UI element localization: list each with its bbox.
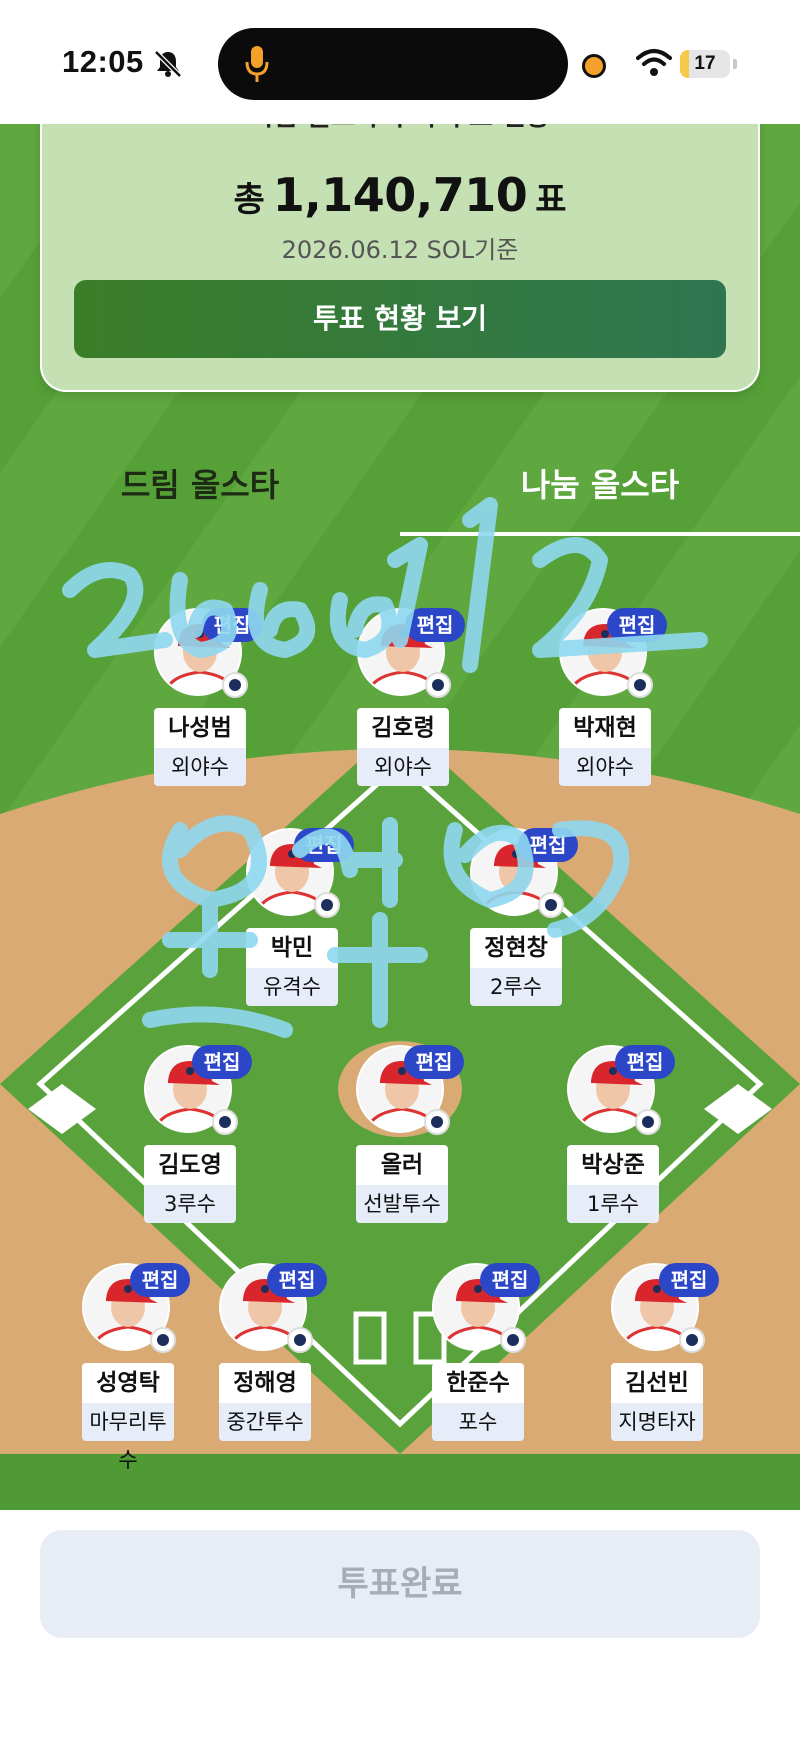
player-position: 외야수 bbox=[154, 748, 246, 786]
status-time: 12:05 bbox=[62, 44, 144, 79]
player-name: 정해영 bbox=[219, 1363, 311, 1403]
edit-button[interactable]: 편집 bbox=[659, 1263, 719, 1297]
dynamic-island bbox=[218, 28, 568, 100]
player-position: 3루수 bbox=[144, 1185, 236, 1223]
team-logo-icon bbox=[424, 1109, 450, 1135]
edit-button[interactable]: 편집 bbox=[294, 828, 354, 862]
player-name: 정현창 bbox=[470, 928, 562, 968]
player-name: 박재현 bbox=[559, 708, 651, 748]
vote-complete-button[interactable]: 투표완료 bbox=[40, 1530, 760, 1638]
player-position: 2루수 bbox=[470, 968, 562, 1006]
total-prefix: 총 bbox=[233, 180, 265, 220]
player-position: 외야수 bbox=[357, 748, 449, 786]
player-card[interactable]: 편집올러 선발투수 bbox=[342, 1045, 464, 1225]
battery-icon: 17 bbox=[680, 50, 730, 78]
vote-summary-card: 나눔 올스타 누적 투표 현황 총1,140,710표 2026.06.12 S… bbox=[40, 102, 760, 392]
bell-muted-icon bbox=[154, 50, 182, 78]
total-suffix: 표 bbox=[535, 180, 567, 220]
player-position: 외야수 bbox=[559, 748, 651, 786]
player-card[interactable]: 편집성영탁 마무리투수 bbox=[68, 1263, 190, 1472]
edit-button[interactable]: 편집 bbox=[192, 1045, 252, 1079]
player-card[interactable]: 편집한준수 포수 bbox=[418, 1263, 540, 1443]
total-votes: 총 1,140,710 표 bbox=[42, 168, 758, 222]
total-votes-number: 1,140,710 bbox=[272, 168, 528, 222]
player-position: 1루수 bbox=[567, 1185, 659, 1223]
team-logo-icon bbox=[635, 1109, 661, 1135]
recording-indicator-icon bbox=[582, 54, 606, 78]
player-position: 마무리투수 bbox=[82, 1403, 174, 1472]
player-card[interactable]: 편집정현창 2루수 bbox=[456, 828, 578, 1008]
player-name: 김선빈 bbox=[611, 1363, 703, 1403]
team-logo-icon bbox=[212, 1109, 238, 1135]
player-card[interactable]: 편집박상준 1루수 bbox=[553, 1045, 675, 1225]
tab-dream-allstar[interactable]: 드림 올스타 bbox=[0, 460, 400, 506]
active-tab-indicator bbox=[400, 532, 800, 536]
edit-button[interactable]: 편집 bbox=[405, 608, 465, 642]
player-position: 포수 bbox=[432, 1403, 524, 1441]
player-card[interactable]: 편집김선빈 지명타자 bbox=[597, 1263, 719, 1443]
player-name: 김도영 bbox=[144, 1145, 236, 1185]
player-name: 박상준 bbox=[567, 1145, 659, 1185]
team-logo-icon bbox=[314, 892, 340, 918]
microphone-icon bbox=[245, 46, 269, 82]
edit-button[interactable]: 편집 bbox=[480, 1263, 540, 1297]
player-name: 김호령 bbox=[357, 708, 449, 748]
player-card[interactable]: 편집김호령 외야수 bbox=[343, 608, 465, 788]
team-logo-icon bbox=[679, 1327, 705, 1353]
player-name: 박민 bbox=[246, 928, 338, 968]
player-position: 선발투수 bbox=[356, 1185, 448, 1223]
battery-level: 17 bbox=[694, 53, 716, 74]
team-logo-icon bbox=[627, 672, 653, 698]
team-logo-icon bbox=[500, 1327, 526, 1353]
edit-button[interactable]: 편집 bbox=[267, 1263, 327, 1297]
team-logo-icon bbox=[538, 892, 564, 918]
team-logo-icon bbox=[150, 1327, 176, 1353]
player-name: 한준수 bbox=[432, 1363, 524, 1403]
player-card[interactable]: 편집박재현 외야수 bbox=[545, 608, 667, 788]
player-card[interactable]: 편집나성범 외야수 bbox=[140, 608, 262, 788]
player-position: 지명타자 bbox=[611, 1403, 703, 1441]
player-card[interactable]: 편집김도영 3루수 bbox=[130, 1045, 252, 1225]
edit-button[interactable]: 편집 bbox=[202, 608, 262, 642]
edit-button[interactable]: 편집 bbox=[615, 1045, 675, 1079]
edit-button[interactable]: 편집 bbox=[130, 1263, 190, 1297]
team-logo-icon bbox=[222, 672, 248, 698]
player-name: 성영탁 bbox=[82, 1363, 174, 1403]
tab-nanum-allstar[interactable]: 나눔 올스타 bbox=[400, 460, 800, 506]
edit-button[interactable]: 편집 bbox=[518, 828, 578, 862]
status-bar: 12:05 17 bbox=[0, 0, 800, 124]
team-logo-icon bbox=[425, 672, 451, 698]
player-card[interactable]: 편집정해영 중간투수 bbox=[205, 1263, 327, 1443]
player-name: 올러 bbox=[356, 1145, 448, 1185]
team-logo-icon bbox=[287, 1327, 313, 1353]
player-position: 유격수 bbox=[246, 968, 338, 1006]
view-vote-status-button[interactable]: 투표 현황 보기 bbox=[74, 280, 726, 358]
player-card[interactable]: 편집박민 유격수 bbox=[232, 828, 354, 1008]
wifi-icon bbox=[636, 49, 672, 76]
edit-button[interactable]: 편집 bbox=[607, 608, 667, 642]
edit-button[interactable]: 편집 bbox=[404, 1045, 464, 1079]
player-position: 중간투수 bbox=[219, 1403, 311, 1441]
date-basis: 2026.06.12 SOL기준 bbox=[281, 236, 519, 264]
player-name: 나성범 bbox=[154, 708, 246, 748]
battery-nub bbox=[733, 59, 737, 69]
